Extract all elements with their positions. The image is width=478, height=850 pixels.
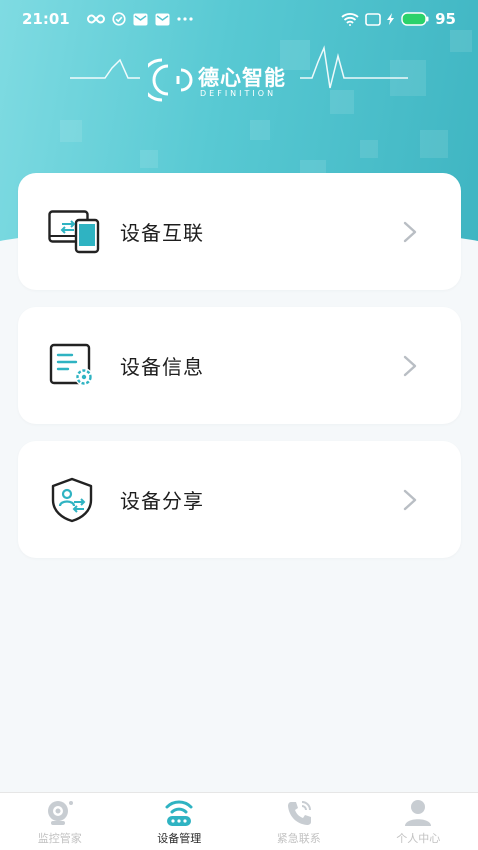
device-info-card[interactable]: 设备信息 <box>18 307 461 424</box>
chevron-right-icon <box>403 489 417 510</box>
brand-logo: 德心智能 DEFINITION <box>0 40 478 110</box>
chevron-right-icon <box>403 355 417 376</box>
brand-name: 德心智能 <box>198 66 286 90</box>
device-manage-icon <box>165 800 193 826</box>
device-share-card[interactable]: 设备分享 <box>18 441 461 558</box>
status-time: 21:01 <box>22 10 70 28</box>
nav-item-profile[interactable]: 个人中心 <box>359 793 478 850</box>
check-circle-icon <box>112 12 126 26</box>
nav-item-monitor[interactable]: 监控管家 <box>0 793 120 850</box>
chevron-right-icon <box>403 221 417 242</box>
mail-icon <box>155 13 170 25</box>
status-bar: 21:01 95 <box>0 0 478 38</box>
device-connect-card[interactable]: 设备互联 <box>18 173 461 290</box>
screen-icon <box>365 12 381 26</box>
device-share-icon <box>51 477 93 522</box>
nav-label-emergency: 紧急联系 <box>276 832 321 845</box>
device-info-label: 设备信息 <box>120 355 204 379</box>
nav-label-profile: 个人中心 <box>396 832 441 845</box>
brand-mark-icon <box>148 58 193 102</box>
device-connect-icon <box>48 209 100 253</box>
charging-icon <box>387 13 395 25</box>
more-dots-icon <box>177 17 193 21</box>
device-share-label: 设备分享 <box>120 489 204 513</box>
infinity-icon <box>86 14 105 24</box>
nav-label-monitor: 监控管家 <box>37 832 82 845</box>
device-info-icon <box>49 343 93 386</box>
battery-icon <box>401 12 429 26</box>
nav-label-device-manage: 设备管理 <box>157 832 202 845</box>
camera-icon <box>47 801 73 825</box>
mail-icon <box>133 13 148 25</box>
user-icon <box>405 800 432 826</box>
device-connect-label: 设备互联 <box>120 221 204 245</box>
nav-item-device-manage[interactable]: 设备管理 <box>120 793 240 850</box>
wifi-icon <box>341 13 359 26</box>
brand-subtitle: DEFINITION <box>200 89 277 98</box>
bottom-nav: 监控管家 设备管理 紧急联系 个人中心 <box>0 792 478 850</box>
phone-icon <box>287 801 311 825</box>
battery-level: 95 <box>435 10 456 28</box>
nav-item-emergency[interactable]: 紧急联系 <box>239 793 359 850</box>
